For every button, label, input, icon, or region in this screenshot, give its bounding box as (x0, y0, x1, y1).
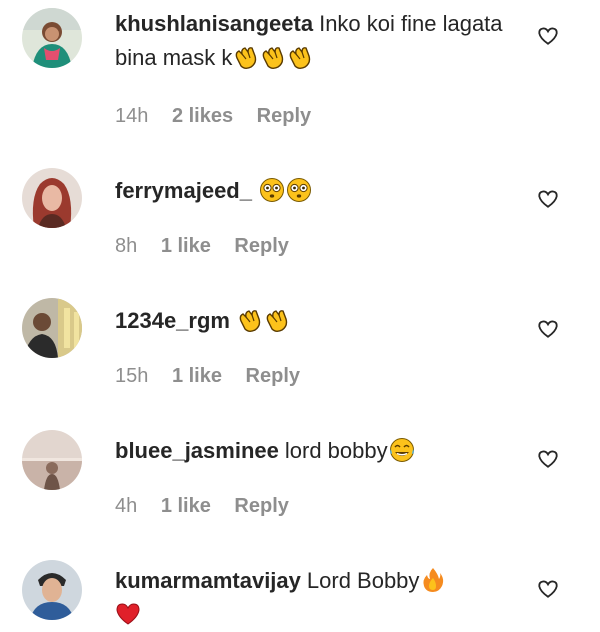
clapping-hands-icon (237, 307, 263, 333)
comment-item: khushlanisangeeta Inko koi fine lagata bi… (0, 0, 600, 130)
comment-time: 15h (115, 365, 149, 387)
avatar[interactable] (22, 8, 82, 68)
comment-username[interactable]: khushlanisangeeta (115, 11, 313, 36)
comment-item: ferrymajeed_ 8h 1 like Reply (0, 160, 600, 270)
like-heart-icon[interactable] (537, 25, 559, 47)
clapping-hands-icon (260, 44, 286, 70)
reply-button[interactable]: Reply (246, 365, 300, 387)
clapping-hands-icon (233, 44, 259, 70)
reply-button[interactable]: Reply (257, 105, 311, 127)
comment-meta: 8h 1 like Reply (115, 234, 307, 258)
comment-text: khushlanisangeeta Inko koi fine lagata bi… (115, 7, 515, 75)
comment-body: lord bobby (284, 438, 388, 463)
avatar[interactable] (22, 168, 82, 228)
comment-item: bluee_jasminee lord bobby 4h 1 like Reply (0, 420, 600, 530)
flushed-face-icon (286, 177, 312, 203)
reply-button[interactable]: Reply (234, 495, 288, 517)
comment-likes[interactable]: 2 likes (172, 105, 233, 127)
tears-of-joy-icon (389, 437, 415, 463)
avatar[interactable] (22, 430, 82, 490)
comment-username[interactable]: bluee_jasminee (115, 438, 279, 463)
comment-meta: 4h 1 like Reply (115, 494, 307, 518)
comment-meta: 15h 1 like Reply (115, 364, 318, 388)
like-heart-icon[interactable] (537, 448, 559, 470)
comment-username[interactable]: 1234e_rgm (115, 308, 230, 333)
comment-likes[interactable]: 1 like (161, 235, 211, 257)
comment-time: 14h (115, 105, 149, 127)
comment-meta: 14h 2 likes Reply (115, 104, 329, 128)
avatar[interactable] (22, 298, 82, 358)
comment-username[interactable]: ferrymajeed_ (115, 178, 252, 203)
fire-icon (420, 567, 446, 593)
like-heart-icon[interactable] (537, 188, 559, 210)
like-heart-icon[interactable] (537, 318, 559, 340)
comment-text: ferrymajeed_ (115, 174, 515, 208)
comment-body: Lord Bobby (306, 568, 420, 593)
avatar[interactable] (22, 560, 82, 620)
comment-likes[interactable]: 1 like (161, 495, 211, 517)
comment-item: 1234e_rgm 15h 1 like Reply (0, 290, 600, 400)
clapping-hands-icon (264, 307, 290, 333)
comment-text: kumarmamtavijay Lord Bobby (115, 564, 505, 632)
comment-text: bluee_jasminee lord bobby (115, 434, 515, 468)
red-heart-icon (115, 601, 141, 627)
like-heart-icon[interactable] (537, 578, 559, 600)
comment-text: 1234e_rgm (115, 304, 515, 338)
clapping-hands-icon (287, 44, 313, 70)
comment-item: kumarmamtavijay Lord Bobby (0, 550, 600, 624)
reply-button[interactable]: Reply (234, 235, 288, 257)
comment-username[interactable]: kumarmamtavijay (115, 568, 301, 593)
comment-time: 8h (115, 235, 138, 257)
comment-time: 4h (115, 495, 138, 517)
flushed-face-icon (259, 177, 285, 203)
comment-likes[interactable]: 1 like (172, 365, 222, 387)
